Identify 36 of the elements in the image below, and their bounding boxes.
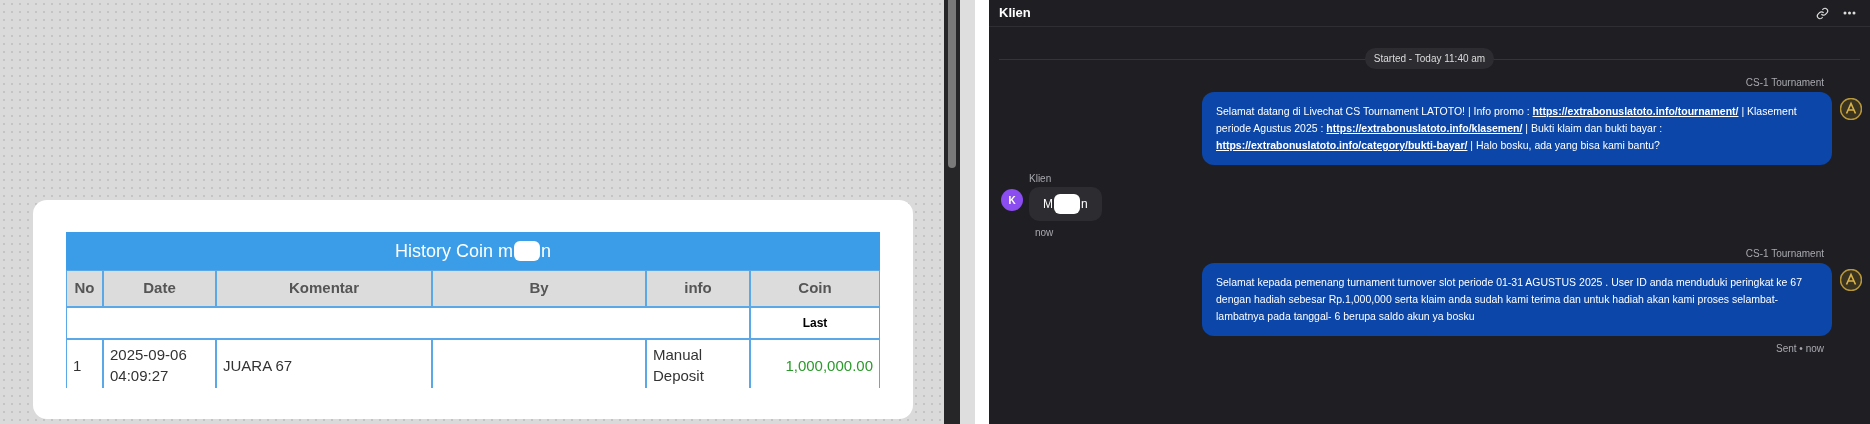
summary-cell: Last: [750, 307, 880, 339]
table-cell: JUARA 67: [216, 339, 432, 388]
chat-start-pill: Started - Today 11:40 am: [1364, 48, 1495, 69]
column-header: info: [646, 270, 750, 307]
scrollbar-thumb[interactable]: [948, 0, 956, 168]
message-link[interactable]: https://extrabonuslatoto.info/klasemen/: [1326, 122, 1523, 134]
table-cell: 2025-09-06 04:09:27: [103, 339, 216, 388]
agent-avatar-icon: [1840, 98, 1862, 120]
message-text: M: [1043, 196, 1053, 213]
table-title: n: [541, 239, 551, 263]
redaction-mark: [1054, 194, 1080, 214]
message-bubble: Selamat kepada pemenang turnament turnover slot periode 01-31 AGUSTUS 2025 . User ID anda menduduki peringkat ke 67 dengan hadiah sebesar Rp.1,000,000 serta klaim anda sudah kami terima dan untuk hadiah akan kami proses selambat-lambatnya pada tanggal- 6 berupa saldo akun ya bosku: [1202, 263, 1832, 336]
message-time: now: [1035, 226, 1054, 240]
message-text: n: [1081, 196, 1088, 213]
message-link[interactable]: https://extrabonuslatoto.info/tournament/: [1532, 105, 1739, 117]
agent-avatar-icon: [1840, 269, 1862, 291]
message-bubble: Selamat datang di Livechat CS Tournament LATOTO! | Info promo : https://extrabonuslatoto.info/tournament/ | Klasement periode Agustus 2025 : https://extrabonuslatoto.info/klasemen/ | Bukti klaim dan bukti bayar : https://extrabonuslatoto.info/category/bukti-bayar/ | Halo bosku, ada yang bisa kami bantu?: [1202, 92, 1832, 165]
column-header: Date: [103, 270, 216, 307]
table-cell: 1: [66, 339, 103, 388]
table-cell: Manual Deposit: [646, 339, 750, 388]
sender-name: CS-1 Tournament: [1745, 247, 1824, 261]
column-header: By: [432, 270, 646, 307]
client-avatar: K: [1001, 189, 1023, 211]
message-link[interactable]: https://extrabonuslatoto.info/category/bukti-bayar/: [1216, 139, 1468, 151]
table-title: History Coin m: [394, 239, 513, 263]
more-icon[interactable]: [1843, 11, 1856, 15]
column-header: No: [66, 270, 103, 307]
sender-name: Klien: [1029, 172, 1052, 186]
column-header: Komentar: [216, 270, 432, 307]
link-icon[interactable]: [1816, 6, 1829, 20]
column-header: Coin: [750, 270, 880, 307]
table-cell: 1,000,000.00: [750, 339, 880, 388]
redaction-mark: [514, 241, 540, 261]
chat-title: Klien: [999, 4, 1031, 23]
sender-name: CS-1 Tournament: [1745, 76, 1824, 90]
message-status: Sent • now: [1776, 342, 1824, 356]
